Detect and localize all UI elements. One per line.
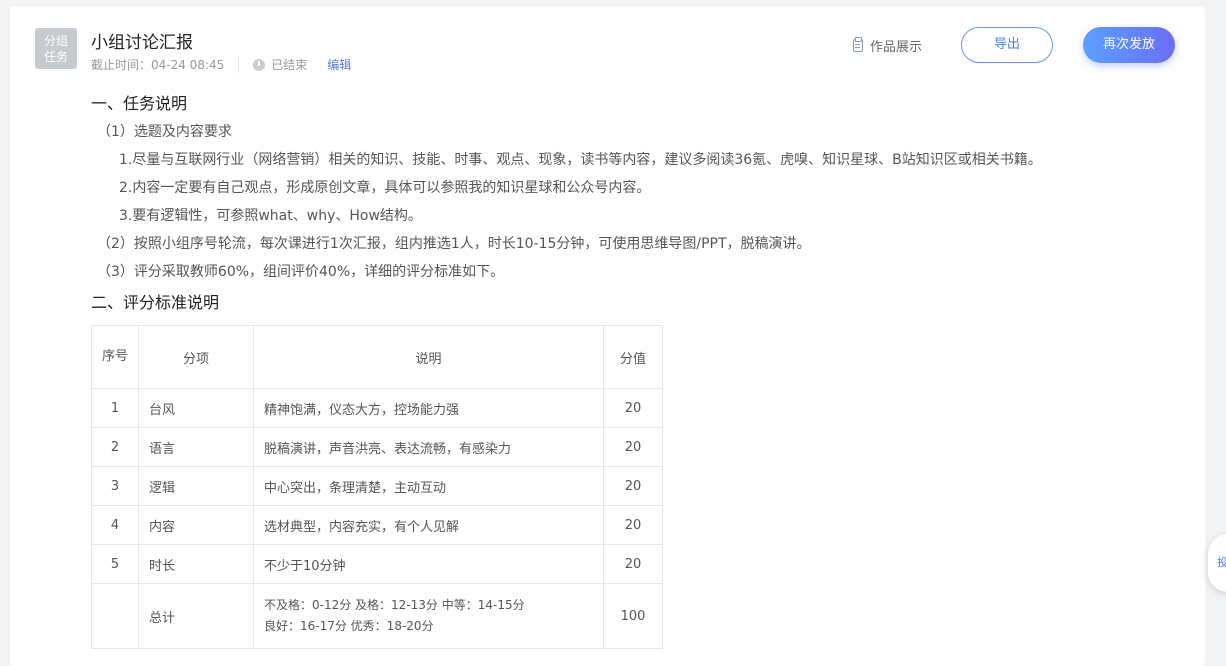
deadline-text: 截止时间：04-24 08:45 (91, 58, 225, 72)
table-header-row: 序号 分项 说明 分值 (91, 325, 663, 389)
meta-divider (238, 56, 240, 73)
total-desc-line-1: 不及格：0-12分 及格：12-13分 中等：14-15分 (264, 598, 525, 612)
row-score: 20 (603, 388, 663, 428)
section-heading-scoring: 二、评分标准说明 (91, 293, 220, 312)
badge-line-2: 任务 (43, 49, 68, 64)
task-title: 小组讨论汇报 (91, 33, 193, 53)
edit-link[interactable]: 编辑 (327, 56, 351, 73)
task-item: （1）选题及内容要求 (97, 124, 232, 140)
row-desc: 精神饱满，仪态大方，控场能力强 (253, 388, 604, 428)
header-score: 分值 (603, 325, 663, 389)
task-meta: 截止时间：04-24 08:45 已结束 编辑 (91, 56, 351, 73)
header-item: 分项 (138, 325, 254, 389)
task-item: 2.内容一定要有自己观点，形成原创文章，具体可以参照我的知识星球和公众号内容。 (119, 180, 651, 196)
clock-icon (253, 58, 266, 71)
table-row: 2 语言 脱稿演讲，声音洪亮、表达流畅，有感染力 20 (91, 427, 663, 467)
section-heading-task: 一、任务说明 (91, 94, 188, 113)
row-no: 1 (91, 388, 139, 428)
badge-line-1: 分组 (43, 33, 68, 48)
row-desc: 选材典型，内容充实，有个人见解 (253, 505, 604, 545)
row-score: 20 (603, 505, 663, 545)
total-no (91, 583, 139, 649)
task-item: （3）评分采取教师60%，组间评价40%，详细的评分标准如下。 (97, 264, 505, 280)
task-item: （2）按照小组序号轮流，每次课进行1次汇报，组内推选1人，时长10-15分钟，可… (97, 236, 811, 252)
scoring-table: 序号 分项 说明 分值 1 台风 精神饱满，仪态大方，控场能力强 20 2 语言… (91, 325, 663, 649)
row-item: 内容 (138, 505, 254, 545)
row-no: 3 (91, 466, 139, 506)
table-row: 4 内容 选材典型，内容充实，有个人见解 20 (91, 505, 663, 545)
row-no: 2 (91, 427, 139, 467)
row-score: 20 (603, 544, 663, 584)
clipboard-icon (853, 37, 863, 52)
table-row: 1 台风 精神饱满，仪态大方，控场能力强 20 (91, 388, 663, 428)
table-row: 5 时长 不少于10分钟 20 (91, 544, 663, 584)
total-desc: 不及格：0-12分 及格：12-13分 中等：14-15分 良好：16-17分 … (253, 583, 604, 649)
total-score: 100 (603, 583, 663, 649)
total-item: 总计 (138, 583, 254, 649)
table-total-row: 总计 不及格：0-12分 及格：12-13分 中等：14-15分 良好：16-1… (91, 583, 663, 649)
table-row: 3 逻辑 中心突出，条理清楚，主动互动 20 (91, 466, 663, 506)
showcase-label: 作品展示 (870, 40, 923, 55)
row-item: 逻辑 (138, 466, 254, 506)
floating-side-tab[interactable]: 投 (1208, 534, 1226, 592)
total-desc-line-2: 良好：16-17分 优秀：18-20分 (264, 619, 434, 633)
row-score: 20 (603, 466, 663, 506)
row-item: 语言 (138, 427, 254, 467)
row-desc: 不少于10分钟 (253, 544, 604, 584)
row-no: 5 (91, 544, 139, 584)
status-text: 已结束 (271, 58, 308, 72)
task-type-badge: 分组 任务 (35, 28, 77, 69)
task-item: 1.尽量与互联网行业（网络营销）相关的知识、技能、时事、观点、现象，读书等内容，… (119, 152, 1042, 168)
row-no: 4 (91, 505, 139, 545)
header-desc: 说明 (253, 325, 604, 389)
row-item: 台风 (138, 388, 254, 428)
row-item: 时长 (138, 544, 254, 584)
resend-button[interactable]: 再次发放 (1083, 27, 1175, 63)
showcase-button[interactable]: 作品展示 (853, 36, 922, 55)
task-item: 3.要有逻辑性，可参照what、why、How结构。 (119, 208, 422, 224)
row-desc: 中心突出，条理清楚，主动互动 (253, 466, 604, 506)
row-desc: 脱稿演讲，声音洪亮、表达流畅，有感染力 (253, 427, 604, 467)
export-button[interactable]: 导出 (961, 27, 1053, 63)
row-score: 20 (603, 427, 663, 467)
header-no: 序号 (91, 325, 139, 389)
